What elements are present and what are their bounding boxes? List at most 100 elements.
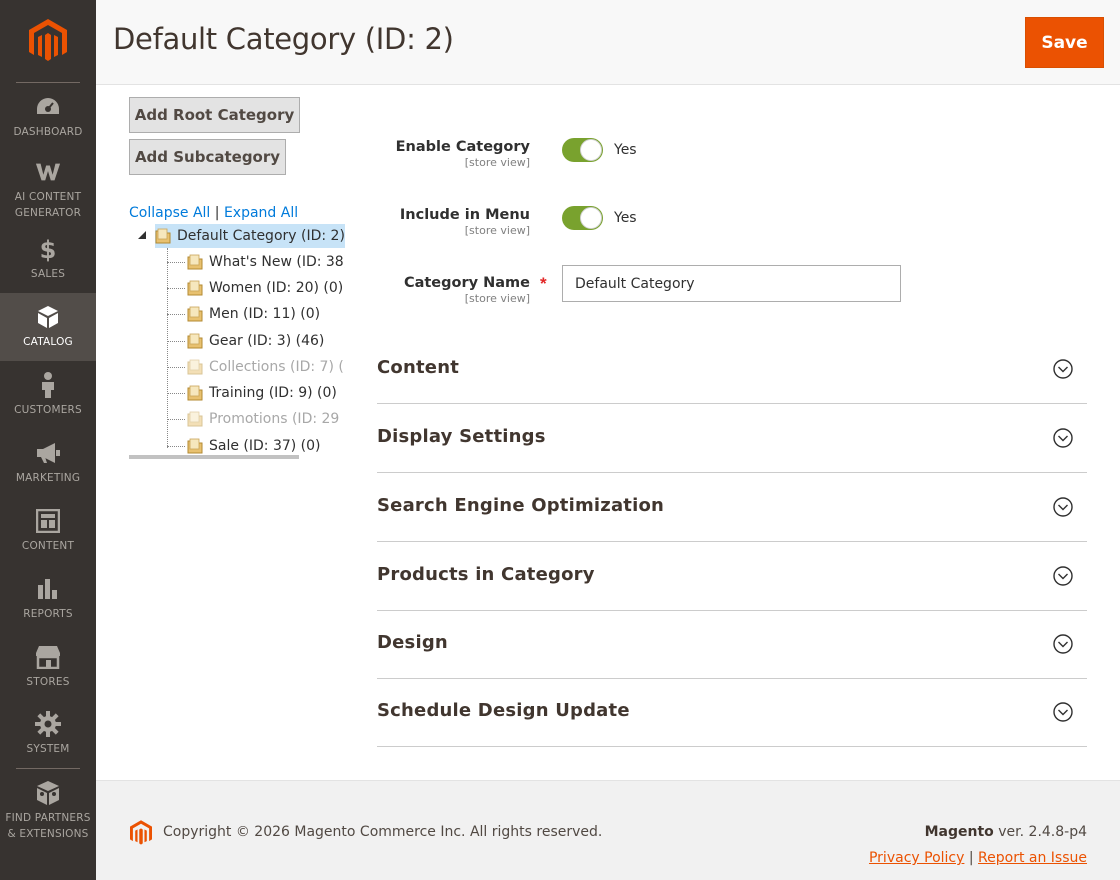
tree-node[interactable]: What's New (ID: 38) bbox=[187, 250, 345, 274]
sidebar-item-label: DASHBOARD bbox=[13, 126, 83, 138]
megaphone-icon bbox=[35, 440, 61, 466]
sidebar-divider bbox=[16, 768, 80, 769]
folder-icon bbox=[187, 254, 203, 270]
save-button[interactable]: Save bbox=[1025, 17, 1104, 68]
folder-icon bbox=[187, 333, 203, 349]
version-info: Magento ver. 2.4.8-p4 bbox=[925, 824, 1087, 840]
sidebar-item-catalog[interactable]: CATALOG bbox=[0, 293, 96, 361]
tree-connector bbox=[167, 248, 168, 448]
tree-node-label: Training (ID: 9) (0) bbox=[209, 385, 337, 401]
tree-connector bbox=[167, 367, 185, 368]
sidebar-item-ai-content-generator[interactable]: AI CONTENT GENERATOR bbox=[0, 154, 96, 226]
tree-connector bbox=[167, 419, 185, 420]
enable-category-value: Yes bbox=[614, 142, 637, 158]
tree-node[interactable]: Gear (ID: 3) (46) bbox=[187, 329, 324, 353]
bar-chart-icon bbox=[35, 576, 61, 602]
sidebar-item-label: REPORTS bbox=[23, 608, 73, 620]
sidebar-item-marketing[interactable]: MARKETING bbox=[0, 430, 96, 496]
tree-node[interactable]: Training (ID: 9) (0) bbox=[187, 381, 337, 405]
tree-horizontal-scrollbar[interactable] bbox=[129, 455, 299, 459]
ai-content-icon bbox=[35, 159, 61, 185]
tree-node[interactable]: Promotions (ID: 29 bbox=[187, 407, 339, 431]
enable-category-toggle[interactable] bbox=[562, 138, 603, 162]
version-number: ver. 2.4.8-p4 bbox=[993, 824, 1087, 840]
tree-controls-separator: | bbox=[214, 205, 220, 221]
chevron-down-icon bbox=[1053, 566, 1073, 586]
sidebar-item-label: CUSTOMERS bbox=[14, 404, 82, 416]
sidebar-item-customers[interactable]: CUSTOMERS bbox=[0, 362, 96, 428]
box-icon bbox=[35, 304, 61, 330]
page-title: Default Category (ID: 2) bbox=[113, 22, 454, 56]
section-title: Display Settings bbox=[377, 426, 546, 447]
add-root-category-button[interactable]: Add Root Category bbox=[129, 97, 300, 133]
add-subcategory-button[interactable]: Add Subcategory bbox=[129, 139, 286, 175]
sidebar-item-reports[interactable]: REPORTS bbox=[0, 566, 96, 632]
section-content[interactable]: Content bbox=[377, 335, 1087, 404]
tree-node-label: Collections (ID: 7) ( bbox=[209, 359, 344, 375]
sidebar-item-label: AI CONTENT GENERATOR bbox=[14, 191, 82, 219]
sidebar-item-label: CONTENT bbox=[21, 540, 75, 552]
tree-expand-toggle-icon[interactable] bbox=[137, 230, 147, 240]
magento-logo-icon bbox=[29, 19, 67, 61]
tree-node-root[interactable]: Default Category (ID: 2) bbox=[155, 224, 345, 248]
chevron-down-icon bbox=[1053, 359, 1073, 379]
tree-controls: Collapse All | Expand All bbox=[129, 205, 298, 221]
magento-logo-icon bbox=[130, 820, 152, 845]
sidebar-item-label: FIND PARTNERS & EXTENSIONS bbox=[5, 812, 91, 840]
folder-icon bbox=[187, 385, 203, 401]
sidebar-item-content[interactable]: CONTENT bbox=[0, 498, 96, 564]
sidebar-item-sales[interactable]: $ SALES bbox=[0, 226, 96, 292]
storefront-icon bbox=[35, 644, 61, 670]
magento-logo[interactable] bbox=[0, 0, 96, 82]
chevron-down-icon bbox=[1053, 428, 1073, 448]
tree-connector bbox=[167, 446, 185, 447]
section-design[interactable]: Design bbox=[377, 610, 1087, 679]
privacy-policy-link[interactable]: Privacy Policy bbox=[869, 850, 964, 866]
extensions-icon bbox=[35, 780, 61, 806]
folder-icon bbox=[155, 228, 171, 244]
sidebar-item-label: MARKETING bbox=[15, 472, 81, 484]
tree-connector bbox=[167, 393, 185, 394]
tree-connector bbox=[167, 288, 185, 289]
sidebar-item-label: CATALOG bbox=[23, 336, 73, 348]
copyright-text: Copyright © 2026 Magento Commerce Inc. A… bbox=[163, 824, 603, 840]
section-search-engine-optimization[interactable]: Search Engine Optimization bbox=[377, 473, 1087, 542]
expand-all-link[interactable]: Expand All bbox=[224, 205, 298, 221]
tree-node[interactable]: Collections (ID: 7) ( bbox=[187, 355, 344, 379]
toggle-knob bbox=[580, 207, 602, 229]
section-title: Content bbox=[377, 357, 460, 378]
section-display-settings[interactable]: Display Settings bbox=[377, 404, 1087, 473]
sidebar-item-dashboard[interactable]: DASHBOARD bbox=[0, 84, 96, 150]
brand-name: Magento bbox=[924, 824, 994, 840]
chevron-down-icon bbox=[1053, 497, 1073, 517]
sidebar-item-label: SALES bbox=[30, 268, 66, 280]
folder-icon bbox=[187, 306, 203, 322]
sidebar-item-stores[interactable]: STORES bbox=[0, 634, 96, 700]
sidebar-item-system[interactable]: SYSTEM bbox=[0, 701, 96, 767]
section-products-in-category[interactable]: Products in Category bbox=[377, 542, 1087, 611]
folder-icon bbox=[187, 438, 203, 454]
report-issue-link[interactable]: Report an Issue bbox=[978, 850, 1087, 866]
category-name-input[interactable] bbox=[562, 265, 901, 302]
tree-connector bbox=[167, 262, 185, 263]
page-footer: Copyright © 2026 Magento Commerce Inc. A… bbox=[96, 780, 1120, 880]
tree-connector bbox=[167, 314, 185, 315]
section-title: Design bbox=[377, 632, 448, 653]
folder-icon bbox=[187, 359, 203, 375]
tree-node[interactable]: Men (ID: 11) (0) bbox=[187, 302, 320, 326]
section-title: Search Engine Optimization bbox=[377, 495, 665, 516]
footer-links-separator: | bbox=[968, 850, 974, 866]
dashboard-icon bbox=[35, 94, 61, 120]
include-in-menu-toggle[interactable] bbox=[562, 206, 603, 230]
admin-sidebar: DASHBOARD AI CONTENT GENERATOR $ SALES C… bbox=[0, 0, 96, 880]
tree-node[interactable]: Women (ID: 20) (0) bbox=[187, 276, 343, 300]
svg-text:$: $ bbox=[40, 236, 57, 262]
tree-node-label: Women (ID: 20) (0) bbox=[209, 280, 344, 296]
sidebar-divider bbox=[16, 82, 80, 83]
section-schedule-design-update[interactable]: Schedule Design Update bbox=[377, 678, 1087, 747]
collapse-all-link[interactable]: Collapse All bbox=[129, 205, 210, 221]
enable-category-label: Enable Category [store view] bbox=[395, 139, 530, 169]
sidebar-item-find-partners[interactable]: FIND PARTNERS & EXTENSIONS bbox=[0, 776, 96, 846]
tree-node-label: Men (ID: 11) (0) bbox=[209, 306, 321, 322]
tree-node-label: Gear (ID: 3) (46) bbox=[209, 333, 325, 349]
